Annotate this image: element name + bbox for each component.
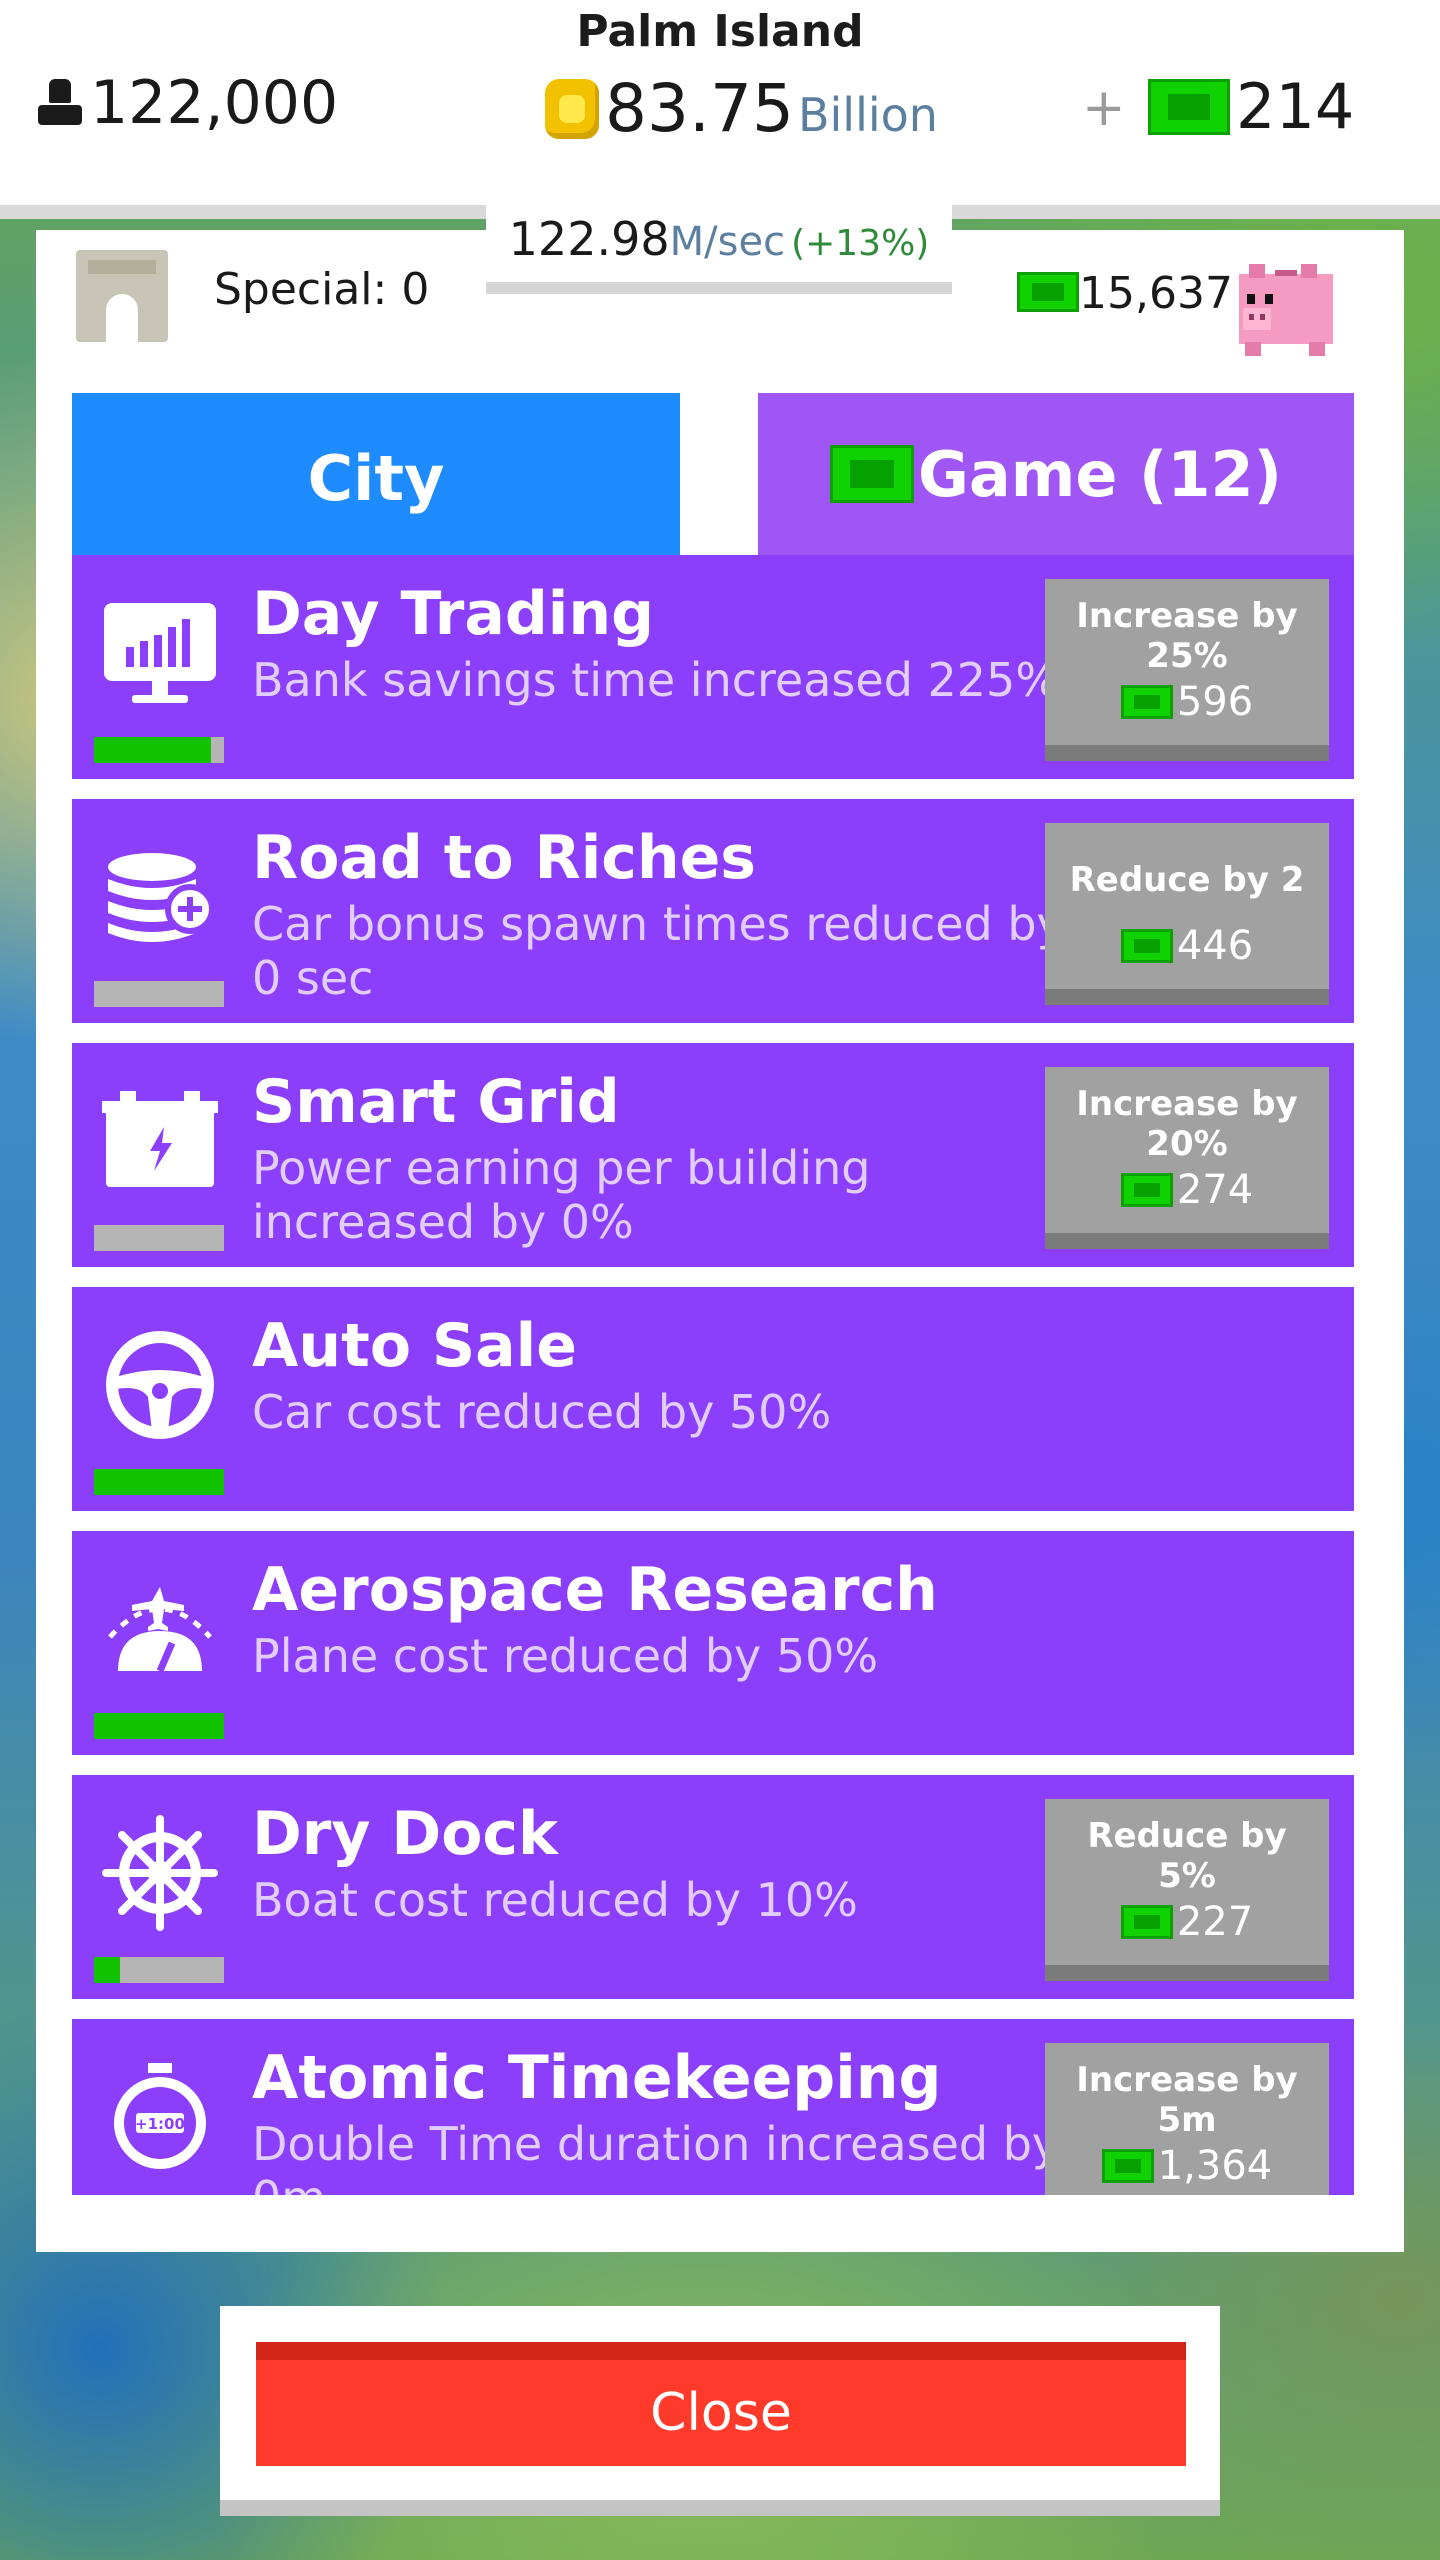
upgrade-cost-value: 1,364 — [1157, 2143, 1273, 2189]
upgrade-button-label: Increase by 5m — [1076, 2060, 1298, 2140]
top-status-bar: Palm Island 122,000 83.75 Billion + 214 — [0, 0, 1440, 219]
green-bucks-value: 214 — [1236, 70, 1355, 143]
green-buck-icon — [1120, 1173, 1173, 1207]
battery-icon — [102, 1091, 218, 1187]
upgrade-button-label: Reduce by 2 — [1069, 860, 1305, 900]
upgrade-item-road-to-riches: Road to Riches Car bonus spawn times red… — [72, 799, 1354, 1023]
upgrade-item-dry-dock: Dry Dock Boat cost reduced by 10% Reduce… — [72, 1775, 1354, 1999]
upgrade-progress-bar — [94, 981, 224, 1007]
green-bucks-counter[interactable]: 214 — [1148, 70, 1354, 143]
money-unit: Billion — [797, 88, 938, 142]
upgrade-title: Atomic Timekeeping — [252, 2043, 942, 2113]
upgrade-cost: 446 — [1045, 923, 1329, 969]
green-buck-icon — [1148, 78, 1230, 135]
upgrade-button[interactable]: Reduce by 5% 227 — [1045, 1799, 1329, 1981]
plane-gauge-icon — [108, 1587, 212, 1673]
upgrade-description: Bank savings time increased 225% — [252, 653, 1060, 707]
upgrade-cost: 274 — [1045, 1167, 1329, 1213]
rate-bonus: (+13%) — [791, 223, 930, 264]
upgrade-cost-value: 227 — [1176, 1899, 1254, 1945]
upgrade-item-atomic-timekeeping: +1:00 Atomic Timekeeping Double Time dur… — [72, 2019, 1354, 2195]
coin-stack-icon — [108, 853, 215, 942]
green-buck-icon — [1120, 1905, 1173, 1939]
city-name: Palm Island — [576, 6, 864, 57]
upgrade-description: Car bonus spawn times reduced by 0 sec — [252, 897, 1064, 1005]
upgrade-button-label: Increase by 25% — [1076, 596, 1298, 676]
income-rate: 122.98M/sec (+13%) — [486, 204, 952, 294]
tab-game[interactable]: Game (12) — [758, 393, 1354, 555]
stopwatch-icon: +1:00 — [114, 2063, 206, 2169]
upgrade-button[interactable]: Increase by 20% 274 — [1045, 1067, 1329, 1249]
upgrade-description: Boat cost reduced by 10% — [252, 1873, 858, 1927]
upgrade-title: Road to Riches — [252, 823, 756, 893]
upgrade-title: Dry Dock — [252, 1799, 558, 1869]
upgrade-title: Day Trading — [252, 579, 655, 649]
green-buck-icon — [830, 445, 915, 503]
money-value: 83.75 — [605, 70, 794, 147]
rate-value: 122.98 — [508, 212, 670, 266]
buy-green-plus-button[interactable]: + — [1082, 78, 1126, 138]
upgrade-button-label: Increase by 20% — [1076, 1084, 1298, 1164]
upgrade-button[interactable]: Increase by 25% 596 — [1045, 579, 1329, 761]
upgrade-progress-bar — [94, 737, 224, 763]
coin-icon — [545, 78, 599, 139]
upgrade-description: Plane cost reduced by 50% — [252, 1629, 879, 1683]
upgrade-cost: 1,364 — [1045, 2143, 1329, 2189]
green-buck-icon — [1120, 685, 1173, 719]
upgrade-cost: 227 — [1045, 1899, 1329, 1945]
upgrade-title: Smart Grid — [252, 1067, 620, 1137]
upgrade-description: Car cost reduced by 50% — [252, 1385, 832, 1439]
green-buck-icon — [1101, 2149, 1154, 2183]
upgrade-button[interactable]: Reduce by 2 446 — [1045, 823, 1329, 1005]
piggy-bank-tab[interactable]: 15,637 — [987, 230, 1404, 356]
money-counter: 83.75 Billion — [545, 70, 938, 147]
ship-wheel-icon — [102, 1815, 218, 1931]
monitor-chart-icon — [104, 603, 216, 703]
upgrade-item-auto-sale: Auto Sale Car cost reduced by 50% — [72, 1287, 1354, 1511]
upgrade-cost-value: 596 — [1176, 679, 1254, 725]
upgrade-button[interactable]: Increase by 5m 1,364 — [1045, 2043, 1329, 2195]
upgrade-item-aerospace-research: Aerospace Research Plane cost reduced by… — [72, 1531, 1354, 1755]
population-value: 122,000 — [90, 68, 339, 138]
upgrade-item-smart-grid: Smart Grid Power earning per building in… — [72, 1043, 1354, 1267]
rate-unit: M/sec — [669, 219, 786, 265]
upgrade-cost-value: 446 — [1176, 923, 1254, 969]
upgrade-progress-bar — [94, 1225, 224, 1251]
person-icon — [38, 79, 82, 127]
upgrade-list[interactable]: Day Trading Bank savings time increased … — [72, 555, 1354, 2195]
upgrade-title: Auto Sale — [252, 1311, 577, 1381]
close-button-frame: Close — [220, 2306, 1220, 2516]
special-buildings-tab[interactable]: Special: 0 — [36, 230, 452, 350]
upgrade-progress-bar — [94, 1469, 224, 1495]
steering-wheel-icon — [106, 1331, 214, 1439]
upgrade-description: Double Time duration increased by 0m — [252, 2117, 1060, 2195]
upgrade-cost: 596 — [1045, 679, 1329, 725]
upgrade-description: Power earning per building increased by … — [252, 1141, 871, 1249]
upgrade-cost-value: 274 — [1176, 1167, 1254, 1213]
upgrade-progress-bar — [94, 1713, 224, 1739]
upgrade-title: Aerospace Research — [252, 1555, 938, 1625]
upgrade-item-day-trading: Day Trading Bank savings time increased … — [72, 555, 1354, 779]
close-button[interactable]: Close — [256, 2342, 1186, 2466]
tab-game-label: Game (12) — [918, 437, 1282, 511]
population-counter: 122,000 — [38, 68, 338, 138]
svg-text:+1:00: +1:00 — [135, 2115, 185, 2133]
piggy-bank-icon — [1239, 264, 1333, 356]
upgrade-progress-bar — [94, 1957, 224, 1983]
bank-value: 15,637 — [1079, 268, 1233, 319]
arch-icon — [76, 250, 168, 342]
upgrade-button-label: Reduce by 5% — [1087, 1816, 1287, 1896]
green-buck-icon — [1017, 272, 1079, 312]
special-label: Special: 0 — [214, 264, 430, 315]
tab-city[interactable]: City — [72, 393, 680, 555]
green-buck-icon — [1120, 929, 1173, 963]
